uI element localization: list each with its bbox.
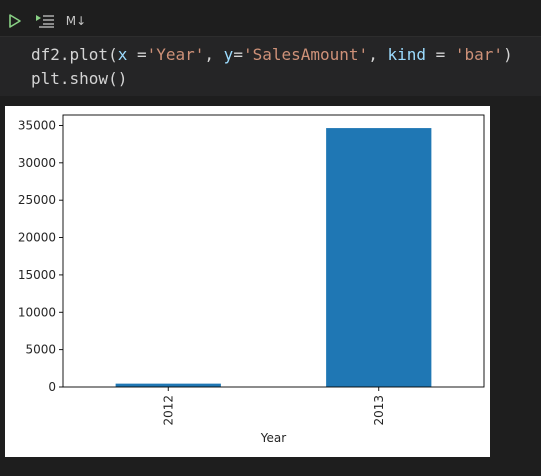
chart-bar — [115, 383, 221, 387]
run-below-icon — [36, 15, 54, 28]
bar-chart: 0 5000 10000 15000 20000 25000 30000 35000 2012 2… — [18, 114, 485, 445]
y-tick-label: 5000 — [25, 343, 56, 357]
y-tick-label: 25000 — [18, 193, 56, 207]
y-tick-label: 30000 — [18, 156, 56, 170]
code-token: ) — [503, 45, 513, 64]
code-token: 'SalesAmount' — [242, 45, 369, 64]
y-tick-label: 10000 — [18, 305, 56, 319]
code-token: kind — [387, 45, 426, 64]
code-token: 'Year' — [146, 45, 205, 64]
x-tick-label: 2013 — [372, 395, 386, 426]
code-token: y — [223, 45, 234, 64]
run-below-button[interactable] — [34, 12, 56, 30]
code-token: x — [117, 45, 128, 64]
play-icon — [9, 14, 21, 28]
code-token: , — [368, 45, 388, 64]
code-token: , — [204, 45, 224, 64]
code-editor[interactable]: df2.plot(x ='Year', y='SalesAmount', kin… — [0, 36, 541, 96]
code-token: df2.plot( — [31, 45, 118, 64]
code-token: 'bar' — [454, 45, 504, 64]
chart-bar — [326, 128, 432, 388]
markdown-toggle-button[interactable]: M↓ — [64, 12, 88, 30]
y-tick-label: 0 — [48, 380, 56, 394]
code-token: = — [127, 45, 147, 64]
run-cell-button[interactable] — [6, 12, 24, 30]
cell-output: 0 5000 10000 15000 20000 25000 30000 35000 2012 2… — [5, 106, 490, 457]
y-tick-label: 20000 — [18, 231, 56, 245]
code-token: = — [233, 45, 243, 64]
x-tick-label: 2012 — [161, 395, 175, 426]
code-line-1: df2.plot(x ='Year', y='SalesAmount', kin… — [31, 45, 513, 65]
y-tick-label: 15000 — [18, 268, 56, 282]
code-line-2: plt.show() — [31, 69, 128, 88]
y-tick-label: 35000 — [18, 118, 56, 132]
code-token: = — [425, 45, 455, 64]
x-axis-label: Year — [260, 431, 286, 445]
cell-toolbar: M↓ — [0, 0, 541, 36]
